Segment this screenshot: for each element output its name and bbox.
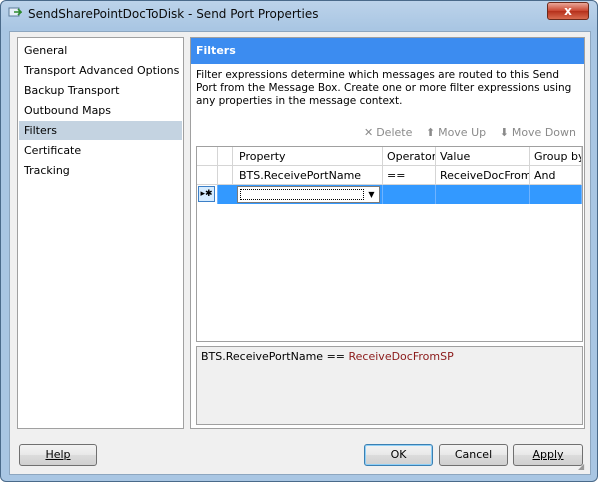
nav-item-filters[interactable]: Filters [19,121,182,140]
close-icon: x [564,4,572,18]
apply-button[interactable]: Apply [513,444,583,466]
cell-value[interactable]: ReceiveDocFrom... [436,166,530,185]
nav-item-certificate[interactable]: Certificate [19,141,182,160]
delete-label: Delete [376,126,413,139]
cell-group-by[interactable]: And [530,166,582,185]
new-row[interactable]: ▸✱ ▼ [197,185,582,204]
cancel-button[interactable]: Cancel [439,444,508,466]
property-combobox[interactable]: ▼ [237,186,380,203]
apply-label: Apply [532,448,564,461]
chevron-down-icon[interactable]: ▼ [365,188,378,201]
nav-item-backup-transport[interactable]: Backup Transport [19,81,182,100]
cell-property[interactable]: BTS.ReceivePortName [233,166,383,185]
nav-item-tracking[interactable]: Tracking [19,161,182,180]
column-header-value[interactable]: Value [436,147,530,166]
navigation-list: General Transport Advanced Options Backu… [17,37,184,429]
close-button[interactable]: x [547,2,589,20]
row-selector[interactable] [197,166,218,185]
move-down-label: Move Down [511,126,576,139]
filter-expression-preview: BTS.ReceivePortName == ReceiveDocFromSP [196,346,583,425]
nav-item-outbound-maps[interactable]: Outbound Maps [19,101,182,120]
grid-header-row: Property Operator Value Group by [197,147,582,166]
arrow-up-icon: ⬆ [425,126,436,139]
expression-operator: == [326,350,346,363]
filter-grid: Property Operator Value Group by BTS.Rec… [196,146,583,342]
nav-item-transport-advanced-options[interactable]: Transport Advanced Options [19,61,182,80]
dialog-client-area: General Transport Advanced Options Backu… [9,31,591,475]
expression-value: ReceiveDocFromSP [348,350,454,363]
title-bar[interactable]: SendSharePointDocToDisk - Send Port Prop… [1,1,597,27]
row-header-corner [197,147,218,166]
nav-item-general[interactable]: General [19,41,182,60]
grid-header-spacer [218,147,233,166]
properties-window: SendSharePointDocToDisk - Send Port Prop… [0,0,598,482]
panel-title: Filters [191,38,584,64]
combo-focus-rect [240,189,364,200]
column-header-operator[interactable]: Operator [383,147,436,166]
column-header-property[interactable]: Property [233,147,383,166]
cell-operator[interactable]: == [383,166,436,185]
panel-description: Filter expressions determine which messa… [196,69,572,107]
move-up-label: Move Up [438,126,487,139]
app-icon [8,7,22,17]
delete-button[interactable]: ✕ Delete [364,126,412,139]
ok-label: OK [390,448,407,461]
cancel-label: Cancel [454,448,493,461]
table-row[interactable]: BTS.ReceivePortName == ReceiveDocFrom...… [197,166,582,185]
move-down-button[interactable]: ⬇ Move Down [500,126,576,139]
new-row-selector[interactable]: ▸✱ [197,185,218,204]
delete-icon: ✕ [363,126,374,139]
move-up-button[interactable]: ⬆ Move Up [426,126,486,139]
filters-panel: Filters Filter expressions determine whi… [190,37,585,429]
filter-toolbar: ✕ Delete ⬆ Move Up ⬇ Move Down [354,126,576,142]
cell-group-by-new[interactable] [530,185,582,204]
cell-operator-new[interactable] [383,185,436,204]
new-row-marker-icon: ▸✱ [198,186,215,202]
help-button[interactable]: Help [19,444,97,466]
ok-button[interactable]: OK [364,444,433,466]
arrow-down-icon: ⬇ [499,126,509,139]
expression-property: BTS.ReceivePortName [201,350,324,363]
window-title: SendSharePointDocToDisk - Send Port Prop… [28,7,319,21]
help-label: Help [45,448,71,461]
resize-grip-icon[interactable]: ◢ [578,462,588,472]
cell-value-new[interactable] [436,185,530,204]
row-spacer [218,166,233,185]
column-header-group-by[interactable]: Group by [530,147,582,166]
